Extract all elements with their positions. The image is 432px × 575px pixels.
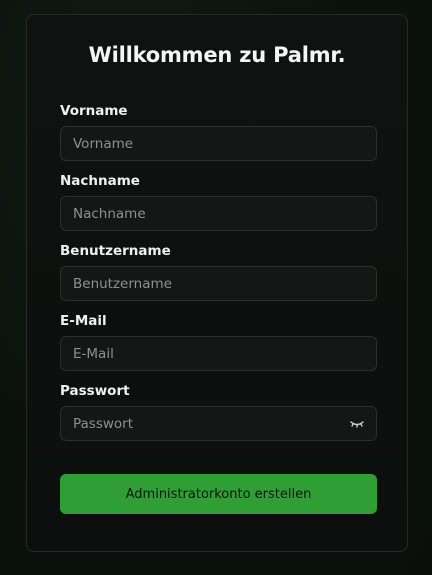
username-label: Benutzername — [60, 243, 171, 259]
password-field: Passwort — [60, 382, 377, 441]
eye-closed-icon[interactable] — [349, 416, 365, 430]
first-name-field: Vorname — [60, 102, 377, 161]
page-title: Willkommen zu Palmr. — [88, 43, 346, 67]
username-input[interactable] — [60, 266, 377, 301]
first-name-input[interactable] — [60, 126, 377, 161]
password-input[interactable] — [60, 406, 377, 441]
create-admin-account-button[interactable]: Administratorkonto erstellen — [60, 474, 377, 514]
signup-card: Willkommen zu Palmr. Vorname Nachname Be… — [26, 14, 408, 552]
password-label: Passwort — [60, 383, 130, 399]
username-field: Benutzername — [60, 242, 377, 301]
email-field: E-Mail — [60, 312, 377, 371]
first-name-label: Vorname — [60, 103, 128, 119]
email-label: E-Mail — [60, 313, 107, 329]
last-name-field: Nachname — [60, 172, 377, 231]
email-input[interactable] — [60, 336, 377, 371]
last-name-label: Nachname — [60, 173, 140, 189]
last-name-input[interactable] — [60, 196, 377, 231]
